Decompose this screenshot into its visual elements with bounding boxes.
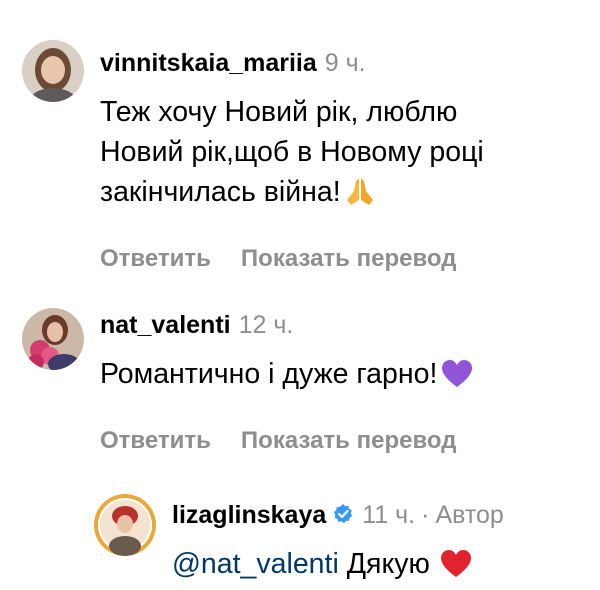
comment-timestamp: 11 ч. (362, 501, 416, 529)
comment-username[interactable]: vinnitskaia_mariia (100, 49, 317, 77)
separator-dot: · (421, 501, 430, 529)
avatar[interactable] (94, 494, 156, 556)
comment-item: vinnitskaia_mariia 9 ч. Теж хочу Новий рі… (0, 0, 600, 272)
reply-comment-item: lizaglinskaya 11 ч. · Автор @nat_valenti Д… (0, 470, 600, 590)
purple-heart-icon (441, 359, 473, 400)
verified-badge-icon (332, 502, 354, 532)
show-translation-button[interactable]: Показать перевод (241, 427, 457, 454)
reply-button[interactable]: Ответить (100, 245, 211, 272)
comment-timestamp: 9 ч. (324, 49, 366, 77)
comment-text: Теж хочу Новий рік, люблю Новий рік,щоб … (100, 92, 484, 218)
praying-hands-icon (345, 175, 375, 218)
author-label: Автор (435, 501, 504, 529)
comment-timestamp: 12 ч. (238, 311, 294, 339)
mention-link[interactable]: @nat_valenti (172, 548, 339, 580)
reply-button[interactable]: Ответить (100, 427, 211, 454)
show-translation-button[interactable]: Показать перевод (241, 245, 457, 272)
avatar[interactable] (22, 40, 84, 102)
red-heart-icon (440, 549, 472, 590)
avatar[interactable] (22, 308, 84, 370)
comment-username[interactable]: lizaglinskaya (172, 501, 326, 529)
comment-username[interactable]: nat_valenti (100, 311, 231, 339)
comment-text: Романтично і дуже гарно! (100, 354, 473, 400)
comment-item: nat_valenti 12 ч. Романтично і дуже гарно… (0, 270, 600, 470)
comment-text: @nat_valenti Дякую (172, 544, 504, 590)
